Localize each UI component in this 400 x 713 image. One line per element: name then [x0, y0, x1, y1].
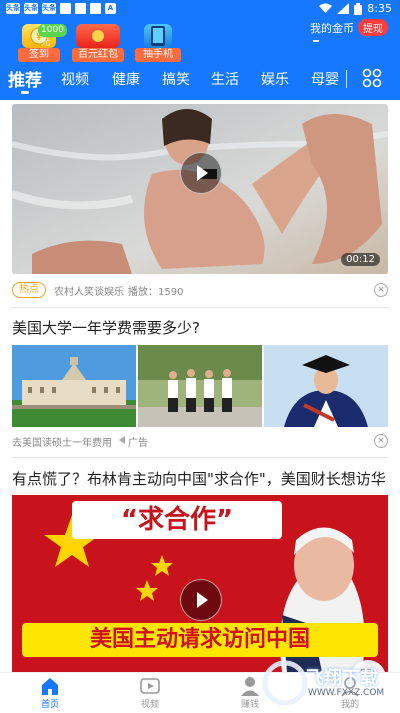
more-channels-icon[interactable]	[362, 68, 382, 88]
tab-recommend[interactable]: 推荐	[8, 66, 42, 91]
category-tabs: 推荐 视频 健康 搞笑 生活 娱乐 母婴	[0, 66, 400, 94]
feed-divider	[12, 307, 388, 308]
ad-link-icon	[119, 436, 125, 444]
wifi-icon	[319, 3, 333, 13]
video-thumbnail[interactable]: 00:12	[12, 104, 388, 274]
dismiss-icon[interactable]: ×	[374, 283, 388, 297]
watermark-text: 飞翔下载	[306, 668, 378, 689]
my-coins-label[interactable]: 我的金币	[310, 20, 354, 36]
app-notification-icon: 头条	[24, 3, 38, 14]
watermark-url: WWW.FXXZ.COM	[308, 688, 385, 698]
article-thumbnail-graduate[interactable]	[264, 345, 388, 427]
news-feed[interactable]: 00:12 热点 农村人笑谈娱乐 播放：1590 × 美国大学一年学费需要多少?	[0, 100, 400, 672]
video-duration: 00:12	[341, 253, 380, 266]
notification-square-icon	[75, 3, 86, 14]
video-icon	[140, 678, 160, 694]
video-meta-row: 热点 农村人笑谈娱乐 播放：1590 ×	[12, 282, 388, 300]
checkin-label: 签到	[18, 48, 60, 62]
battery-icon	[354, 2, 363, 15]
withdraw-button[interactable]: 提现	[358, 19, 388, 36]
tab-baby[interactable]: 母婴	[311, 69, 339, 89]
app-notification-icon: 头条	[42, 3, 56, 14]
tab-video[interactable]: 视频	[61, 69, 89, 89]
ad-label: 广告	[128, 438, 148, 449]
red-packet-button[interactable]: 百元红包	[72, 24, 124, 62]
video-thumbnail[interactable]: “求合作” 美国主动请求访问中国	[12, 495, 388, 672]
status-bar: 头条 头条 头条 A 8:35	[0, 0, 400, 18]
checkin-button[interactable]: ¥ 1000元 签到	[18, 24, 67, 62]
watermark-logo-icon	[262, 660, 308, 706]
tab-health[interactable]: 健康	[112, 69, 140, 89]
ad-source: 去美国读硕士一年费用	[12, 438, 112, 449]
notification-square-icon	[60, 3, 71, 14]
app-notification-icon: 头条	[6, 3, 20, 14]
tab-earn-label: 赚钱	[240, 700, 259, 710]
article-thumbnail-palace[interactable]	[12, 345, 136, 427]
play-button-icon[interactable]	[180, 152, 222, 194]
play-button-icon[interactable]	[180, 579, 222, 621]
red-packet-label: 百元红包	[72, 48, 124, 62]
tab-video-nav[interactable]: 视频	[125, 675, 175, 710]
tab-video-label: 视频	[140, 700, 159, 710]
tab-home-label: 首页	[40, 700, 59, 710]
coins-value-dash	[313, 40, 319, 42]
reward-badge: 1000元	[38, 24, 67, 48]
overlay-caption: 美国主动请求访问中国	[22, 623, 378, 657]
notification-square-icon	[90, 3, 101, 14]
article-thumbnail-students[interactable]	[138, 345, 262, 427]
tab-funny[interactable]: 搞笑	[162, 69, 190, 89]
tab-life[interactable]: 生活	[211, 69, 239, 89]
feed-divider	[12, 457, 388, 458]
overlay-quote: “求合作”	[72, 501, 282, 539]
red-packet-icon	[76, 24, 120, 48]
hot-tag: 热点	[12, 282, 46, 298]
app-header: ¥ 1000元 签到 百元红包 抽手机 我的金币 提现 推荐 视频 健康 搞笑 …	[0, 18, 400, 100]
video-play-count: 播放：1590	[128, 287, 184, 298]
site-watermark: 飞翔下载 WWW.FXXZ.COM	[262, 660, 392, 708]
tab-home[interactable]: 首页	[25, 675, 75, 710]
dismiss-icon[interactable]: ×	[374, 434, 388, 448]
lottery-phone-label: 抽手机	[135, 48, 181, 62]
tabs-divider	[346, 70, 347, 88]
clock: 8:35	[367, 2, 392, 15]
lottery-phone-button[interactable]: 抽手机	[135, 24, 181, 62]
signal-icon	[337, 3, 350, 14]
letter-a-icon: A	[105, 3, 116, 14]
user-icon	[241, 677, 259, 696]
video-title[interactable]: 有点慌了？布林肯主动向中国"求合作"，美国财长想访华	[12, 468, 392, 489]
article-title[interactable]: 美国大学一年学费需要多少?	[12, 317, 392, 338]
home-icon	[42, 678, 58, 695]
video-source: 农村人笑谈娱乐	[54, 287, 124, 298]
ad-meta-row: 去美国读硕士一年费用 广告 ×	[12, 433, 388, 451]
active-tab-indicator	[21, 91, 29, 94]
tab-entertainment[interactable]: 娱乐	[261, 69, 289, 89]
phone-icon	[144, 24, 172, 48]
